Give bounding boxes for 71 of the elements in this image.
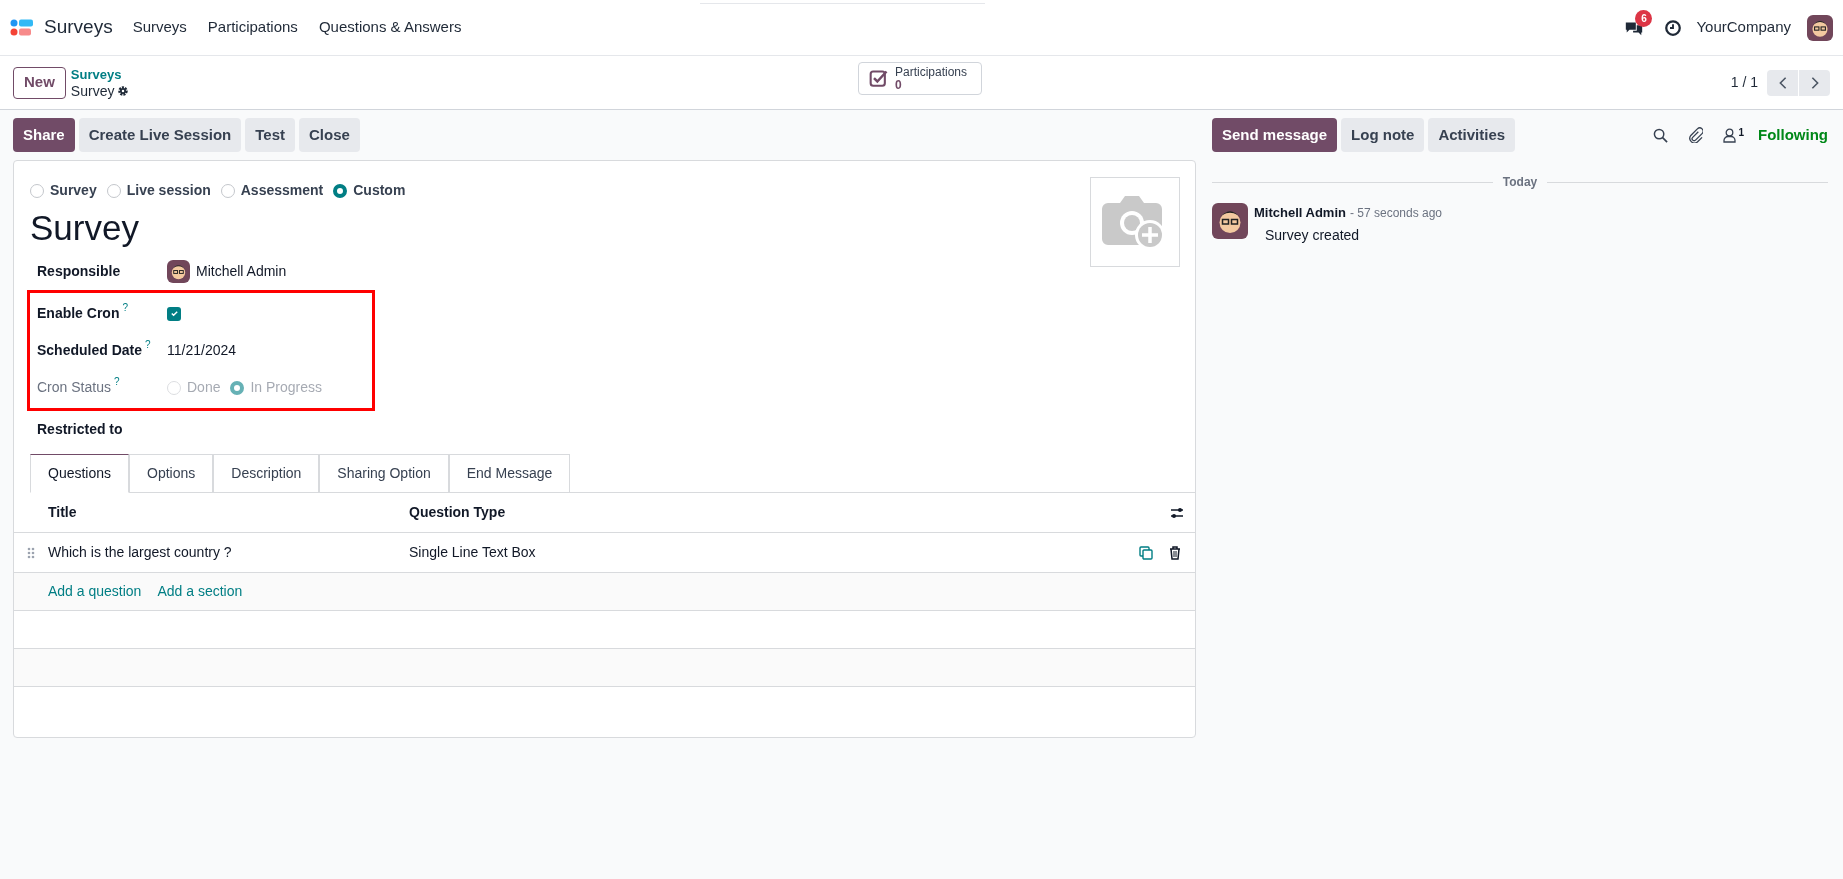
tab[interactable]: Options [129,454,214,493]
trash-icon[interactable] [1169,545,1181,560]
checkbox[interactable] [167,306,181,321]
avatar-icon [1212,203,1248,239]
field-label: Cron Status [37,378,111,397]
tab[interactable]: Sharing Option [319,454,449,493]
record-name: Survey [70,82,115,99]
help-tooltip[interactable]: ? [113,377,120,387]
action-button[interactable]: Activities [1428,118,1516,152]
radio-option[interactable]: Assessment [220,180,324,201]
column-header[interactable]: Title [48,502,409,523]
smart-button-value: 0 [895,78,902,92]
action-button[interactable]: Send message [1212,118,1338,152]
app-logo-icon [10,17,34,38]
table-cell-text: Which is the largest country ? [48,543,233,562]
help-tooltip[interactable]: ? [122,303,129,313]
help-tooltip[interactable]: ? [145,340,151,350]
breadcrumb-link[interactable]: Surveys [70,66,130,83]
nav-menu-item[interactable]: Questions & Answers [318,16,462,39]
previous-button[interactable] [1767,69,1798,96]
participations-smart-button[interactable]: Participations 0 [858,62,982,95]
tab[interactable]: End Message [448,454,571,493]
date-separator: Today [1502,174,1538,191]
radio-option: In Progress [230,377,323,398]
radio-option: Done [167,377,221,398]
clock-icon[interactable] [1664,18,1683,37]
avatar-icon [167,260,190,283]
smart-button-label: Participations [895,65,968,79]
field-value[interactable]: 11/21/2024 [167,340,237,361]
tab[interactable]: Questions [30,454,130,493]
message-author: Mitchell Admin [1254,204,1346,222]
message-body: Survey created [1265,225,1361,245]
action-button[interactable]: Close [299,118,360,152]
action-button[interactable]: Test [245,118,295,152]
checkbox-icon [869,68,889,89]
radio-option[interactable]: Custom [333,180,406,201]
field-label: Enable Cron [37,304,120,323]
field-label: Responsible [37,262,121,281]
search-icon[interactable] [1653,127,1669,143]
nav-menu-item[interactable]: Participations [207,16,298,39]
company-name[interactable]: YourCompany [1696,16,1791,39]
pager-value: 1 / 1 [1730,73,1758,92]
paperclip-icon[interactable] [1688,127,1704,143]
survey-title[interactable]: Survey [14,205,1195,251]
avatar-icon [1807,14,1833,41]
radio-option[interactable]: Survey [30,180,97,201]
next-button[interactable] [1799,69,1830,96]
message-time: - 57 seconds ago [1349,205,1443,222]
settings-icon[interactable] [117,84,130,97]
add-link[interactable]: Add a section [157,581,243,602]
copy-icon[interactable] [1139,545,1153,560]
new-button[interactable]: New [13,66,66,99]
drag-handle-icon[interactable] [26,546,36,559]
following-button[interactable]: Following [1758,123,1828,147]
radio-option[interactable]: Live session [106,180,211,201]
add-link[interactable]: Add a question [48,581,142,602]
action-button[interactable]: Log note [1341,118,1425,152]
tab[interactable]: Description [213,454,320,493]
field-value[interactable]: Mitchell Admin [196,261,287,282]
nav-menu-item[interactable]: Surveys [132,16,187,39]
person-icon[interactable] [1723,127,1737,143]
followers-count: 1 [1738,127,1744,138]
notification-badge: 6 [1635,9,1653,27]
column-header[interactable]: Question Type [409,502,1169,523]
checkmark-icon [169,309,179,318]
action-button[interactable]: Share [13,118,75,152]
action-button[interactable]: Create Live Session [78,118,242,152]
field-label: Scheduled Date [37,341,143,360]
table-cell-text: Single Line Text Box [409,543,537,562]
field-label: Restricted to [37,420,123,439]
app-name[interactable]: Surveys [44,13,113,42]
